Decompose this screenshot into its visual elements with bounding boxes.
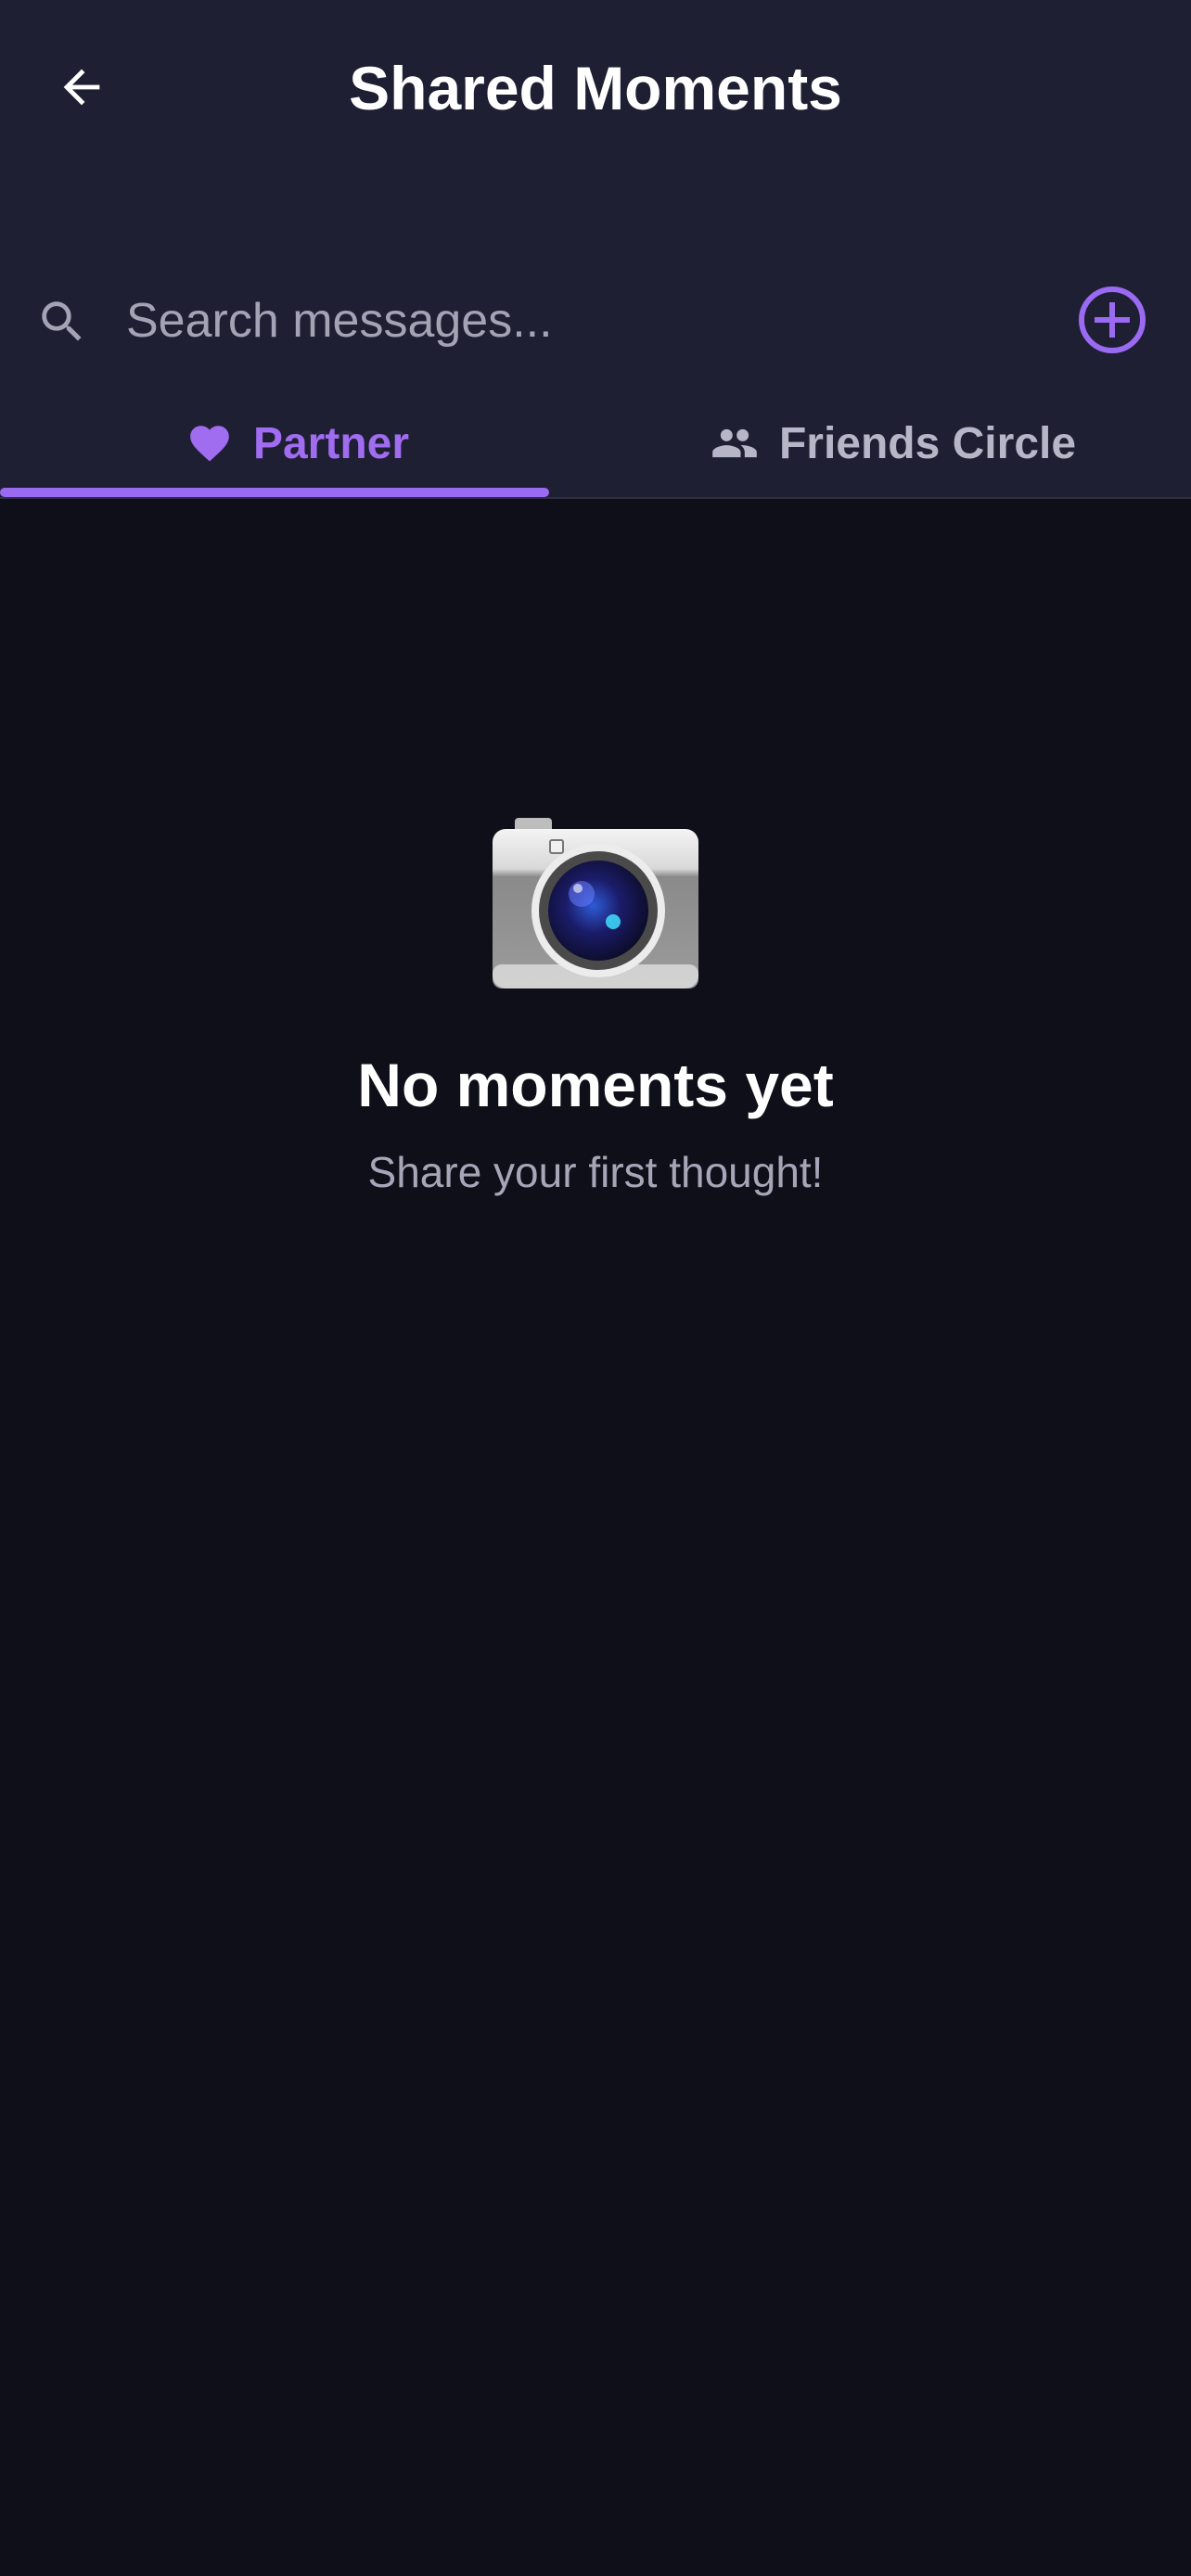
heart-icon xyxy=(190,426,229,462)
app-screen: Shared Moments Partner xyxy=(0,0,1191,2576)
active-tab-indicator xyxy=(0,488,549,497)
tab-friends-circle[interactable]: Friends Circle xyxy=(596,389,1191,497)
tab-friends-circle-label: Friends Circle xyxy=(778,418,1077,468)
add-circle-icon xyxy=(1079,287,1146,353)
search-bar xyxy=(0,269,1191,371)
tab-bar: Partner Friends Circle xyxy=(0,389,1191,499)
add-moment-button[interactable] xyxy=(1074,282,1150,358)
empty-state: No moments yet Share your first thought! xyxy=(0,807,1191,1200)
search-input[interactable] xyxy=(126,282,1017,360)
tab-partner[interactable]: Partner xyxy=(0,389,596,497)
camera-icon xyxy=(493,818,698,988)
people-icon xyxy=(712,428,757,458)
page-title: Shared Moments xyxy=(349,54,842,122)
header-area: Shared Moments Partner xyxy=(0,0,1191,499)
search-icon xyxy=(42,301,82,341)
tab-partner-label: Partner xyxy=(252,418,410,468)
empty-state-title: No moments yet xyxy=(357,1051,834,1119)
empty-state-subtitle: Share your first thought! xyxy=(367,1148,824,1196)
